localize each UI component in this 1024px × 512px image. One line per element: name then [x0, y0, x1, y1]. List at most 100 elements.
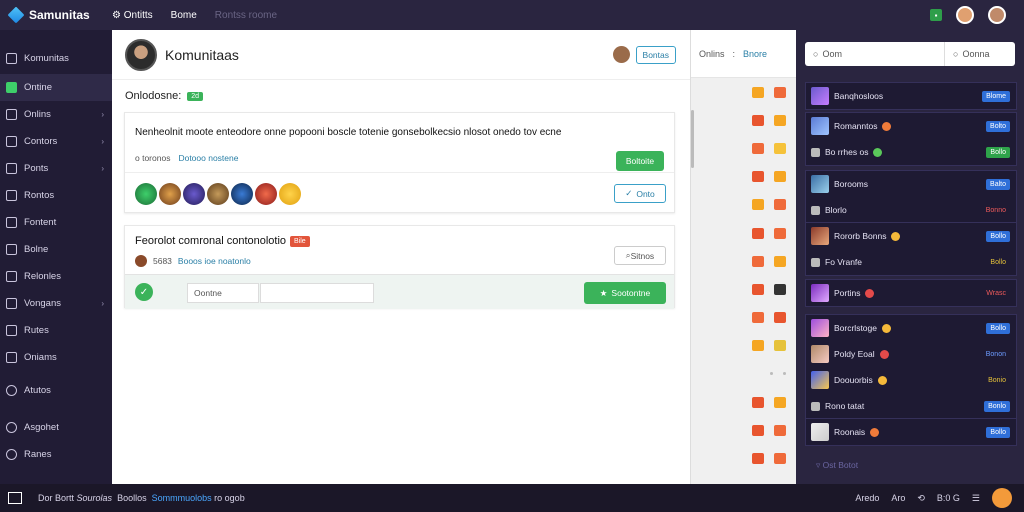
confirm-icon[interactable]: ✓ — [135, 283, 153, 301]
sidebar-item-10[interactable]: Rutes — [0, 317, 112, 344]
leaderboard-row[interactable]: Roonais Bollo — [806, 419, 1016, 445]
leaderboard-badge[interactable]: Bollo — [986, 230, 1010, 242]
sidebar-item-4[interactable]: Ponts › — [0, 155, 112, 182]
game-icon-4[interactable] — [207, 183, 229, 205]
notification-icon[interactable]: ▪ — [930, 9, 942, 21]
leaderboard-badge[interactable]: Bollo — [986, 257, 1010, 268]
filter-select[interactable]: Oonna — [962, 49, 989, 59]
leaderboard-badge[interactable]: Bonno — [982, 205, 1010, 216]
leaderboard-row[interactable]: Borooms Balto — [806, 171, 1016, 197]
bottom-link[interactable]: Sommmuolobs — [152, 493, 212, 503]
sidebar-item-7[interactable]: Bolne — [0, 236, 112, 263]
game-badge-icon — [752, 86, 764, 98]
profile-avatar[interactable] — [992, 488, 1012, 508]
leaderboard-row[interactable]: Portins Wrasc — [806, 280, 1016, 306]
sidebar-item-1[interactable]: Ontine — [0, 74, 112, 101]
sidebar-item-2[interactable]: Onlins › — [0, 101, 112, 128]
game-icon-6[interactable] — [255, 183, 277, 205]
leaderboard-badge[interactable]: Wrasc — [982, 288, 1010, 299]
activity-row[interactable] — [691, 332, 796, 360]
sidebar-item-6[interactable]: Fontent — [0, 209, 112, 236]
scrollbar[interactable] — [691, 110, 694, 168]
reply-input-2[interactable] — [260, 283, 374, 303]
leaderboard-badge[interactable]: Bonio — [984, 375, 1010, 386]
leaderboard-row[interactable]: Fo Vranfe Bollo — [806, 249, 1016, 275]
menu-icon[interactable]: ☰ — [972, 493, 980, 504]
post-action-button[interactable]: ✓ Onto — [614, 184, 666, 203]
leaderboard-row[interactable]: Borcrlstoge Bollo — [806, 315, 1016, 341]
sidebar-item-14[interactable]: Ranes — [0, 441, 112, 468]
activity-row[interactable] — [691, 163, 796, 191]
activity-row[interactable] — [691, 191, 796, 219]
activity-head-right[interactable]: Bnore — [743, 49, 767, 59]
reward-icon — [774, 142, 786, 154]
post-link[interactable]: Dotooo nostene — [178, 153, 238, 163]
sidebar-item-9[interactable]: Vongans › — [0, 290, 112, 317]
leaderboard-badge[interactable]: Bollo — [986, 322, 1010, 334]
activity-row[interactable] — [691, 247, 796, 275]
activity-row[interactable] — [691, 219, 796, 247]
leaderboard-badge[interactable]: Bollo — [986, 146, 1010, 158]
leaderboard-row[interactable]: Romanntos Bolto — [806, 113, 1016, 139]
refresh-icon[interactable]: ⟲ — [917, 493, 925, 504]
game-icon-5[interactable] — [231, 183, 253, 205]
member-avatar[interactable] — [612, 46, 630, 63]
top-nav-item-3[interactable]: Rontss roome — [215, 10, 277, 21]
leaderboard-badge[interactable]: Balto — [986, 178, 1010, 190]
activity-row[interactable] — [691, 134, 796, 162]
sidebar-item-13[interactable]: Asgohet — [0, 414, 112, 441]
sidebar-item-5[interactable]: Rontos — [0, 182, 112, 209]
right-footer[interactable]: ▿ Ost Botot — [816, 460, 858, 471]
sidebar-item-icon — [6, 244, 17, 255]
section-label: Onlodosne: 2d — [125, 90, 204, 102]
user-avatar-2[interactable] — [988, 6, 1006, 24]
activity-row[interactable] — [691, 304, 796, 332]
sidebar-item-icon — [6, 385, 17, 396]
leaderboard-badge[interactable]: Blome — [982, 90, 1010, 102]
activity-row[interactable] — [691, 106, 796, 134]
leaderboard-row[interactable]: Doouorbis Bonio — [806, 367, 1016, 393]
sidebar-item-12[interactable]: Atutos — [0, 377, 112, 404]
reply-input-1[interactable]: Oontne — [187, 283, 259, 303]
sidebar-item-3[interactable]: Contors › — [0, 128, 112, 155]
activity-head-left[interactable]: Onlins — [699, 49, 725, 59]
post-link-2[interactable]: Booos ioe noatonlo — [178, 256, 251, 266]
leaderboard-row[interactable]: Blorlo Bonno — [806, 197, 1016, 223]
game-icon-3[interactable] — [183, 183, 205, 205]
leaderboard-row[interactable]: Poldy Eoal Bonon — [806, 341, 1016, 367]
leaderboard-badge[interactable]: Bonlo — [984, 400, 1010, 412]
header-button[interactable]: Bontas — [635, 45, 676, 64]
game-icon-1[interactable] — [135, 183, 157, 205]
leaderboard-row[interactable]: Bo rrhes os Bollo — [806, 139, 1016, 165]
activity-row[interactable] — [691, 360, 796, 388]
leaderboard-badge[interactable]: Bollo — [986, 426, 1010, 438]
activity-row[interactable] — [691, 78, 796, 106]
top-nav-item-2[interactable]: Bome — [171, 10, 197, 21]
leaderboard-row[interactable]: Banqhosloos Blome — [806, 83, 1016, 109]
activity-row[interactable] — [691, 275, 796, 303]
top-nav-item-1[interactable]: ⚙ Ontitts — [112, 10, 153, 21]
post-secondary-button[interactable]: ⌕ Sitnos — [614, 246, 666, 265]
leaderboard-badge[interactable]: Bonon — [982, 349, 1010, 360]
sidebar-brand[interactable]: Komunitas — [0, 42, 112, 74]
activity-row[interactable] — [691, 388, 796, 416]
game-icon-2[interactable] — [159, 183, 181, 205]
sidebar-item-icon — [6, 298, 17, 309]
submit-button[interactable]: ★ Sootontne — [584, 282, 666, 304]
app-logo[interactable]: Samunitas — [0, 6, 112, 24]
calendar-icon[interactable] — [8, 492, 22, 504]
leaderboard-badge[interactable]: Bolto — [986, 120, 1010, 132]
game-badge-icon — [770, 372, 773, 376]
search-input[interactable]: Oom — [822, 49, 842, 59]
sidebar-item-icon — [6, 352, 17, 363]
leaderboard-row[interactable]: Rororb Bonns Bollo — [806, 223, 1016, 249]
user-avatar-1[interactable] — [956, 6, 974, 24]
sidebar-item-8[interactable]: Relonles — [0, 263, 112, 290]
sidebar-item-11[interactable]: Oniams — [0, 344, 112, 371]
post-primary-button[interactable]: Boltoite — [616, 151, 664, 171]
game-icon-7[interactable] — [279, 183, 301, 205]
activity-row[interactable] — [691, 444, 796, 472]
activity-row[interactable] — [691, 416, 796, 444]
leaderboard-row[interactable]: Rono tatat Bonlo — [806, 393, 1016, 419]
search-bar[interactable]: ○ Oom ○ Oonna — [805, 42, 1015, 66]
